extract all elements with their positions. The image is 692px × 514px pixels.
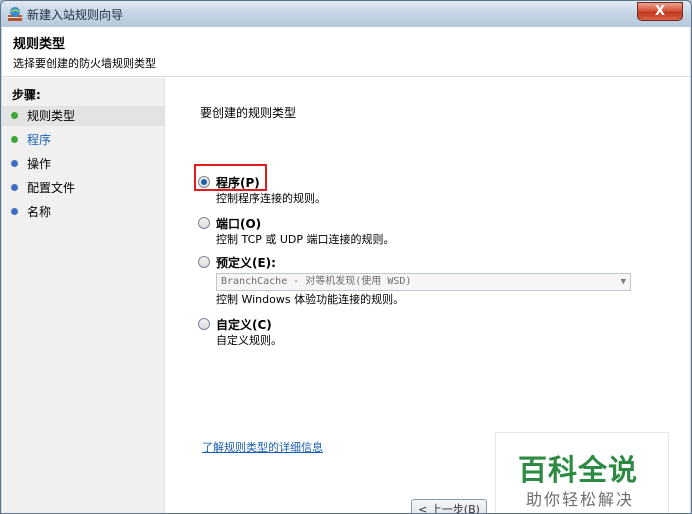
steps-sidebar: 步骤: 规则类型 程序 操作 配置文件 名称 xyxy=(2,78,165,513)
sidebar-item-label: 操作 xyxy=(27,157,52,171)
close-button[interactable]: X xyxy=(637,2,683,21)
sidebar-item-name[interactable]: 名称 xyxy=(2,202,164,222)
sidebar-item-label: 程序 xyxy=(27,133,52,147)
title-bar[interactable]: 新建入站规则向导 X xyxy=(1,1,691,27)
sidebar-item-action[interactable]: 操作 xyxy=(2,154,164,174)
highlight-box xyxy=(194,164,267,191)
step-status-icon xyxy=(11,208,18,215)
step-status-icon xyxy=(11,112,18,119)
steps-label: 步骤: xyxy=(12,88,41,102)
port-radio[interactable] xyxy=(198,217,210,229)
watermark-title: 百科全说 xyxy=(518,453,639,487)
window-title: 新建入站规则向导 xyxy=(27,8,124,22)
predefined-radio[interactable] xyxy=(198,256,210,268)
page-subtitle: 选择要创建的防火墙规则类型 xyxy=(13,57,156,70)
rule-type-prompt: 要创建的规则类型 xyxy=(200,106,297,120)
option-title: 预定义(E): xyxy=(216,256,276,270)
option-title: 端口(O) xyxy=(216,217,262,231)
step-status-icon xyxy=(11,136,18,143)
predefined-select-value: BranchCache - 对等机发现(使用 WSD) xyxy=(221,276,412,287)
watermark-logo: 百科全说 助你轻松解决 xyxy=(495,432,669,513)
close-icon: X xyxy=(654,4,666,19)
custom-radio[interactable] xyxy=(198,318,210,330)
sidebar-item-label: 名称 xyxy=(27,205,52,219)
step-status-icon xyxy=(11,160,18,167)
sidebar-item-label: 配置文件 xyxy=(27,181,76,195)
sidebar-item-label: 规则类型 xyxy=(27,109,76,123)
sidebar-item-rule-type[interactable]: 规则类型 xyxy=(2,106,164,126)
wizard-window: 新建入站规则向导 X 规则类型 选择要创建的防火墙规则类型 步骤: 规则类型 程… xyxy=(0,0,692,514)
wizard-header: 规则类型 选择要创建的防火墙规则类型 xyxy=(2,27,690,77)
option-description: 控制 Windows 体验功能连接的规则。 xyxy=(216,293,405,306)
step-status-icon xyxy=(11,184,18,191)
page-title: 规则类型 xyxy=(13,37,66,52)
option-description: 控制程序连接的规则。 xyxy=(216,192,326,205)
option-title: 自定义(C) xyxy=(216,318,272,332)
option-description: 控制 TCP 或 UDP 端口连接的规则。 xyxy=(216,233,395,246)
learn-more-link[interactable]: 了解规则类型的详细信息 xyxy=(202,439,323,455)
chevron-down-icon: ▼ xyxy=(620,277,626,287)
wizard-client: 规则类型 选择要创建的防火墙规则类型 步骤: 规则类型 程序 操作 配置文件 名… xyxy=(2,27,690,513)
predefined-select[interactable]: BranchCache - 对等机发现(使用 WSD) ▼ xyxy=(216,273,631,291)
sidebar-item-profile[interactable]: 配置文件 xyxy=(2,178,164,198)
firewall-icon xyxy=(8,7,22,21)
watermark-slogan: 助你轻松解决 xyxy=(526,490,635,509)
back-button[interactable]: < 上一步(B) xyxy=(411,499,487,513)
option-description: 自定义规则。 xyxy=(216,334,282,347)
sidebar-item-program[interactable]: 程序 xyxy=(2,130,164,150)
